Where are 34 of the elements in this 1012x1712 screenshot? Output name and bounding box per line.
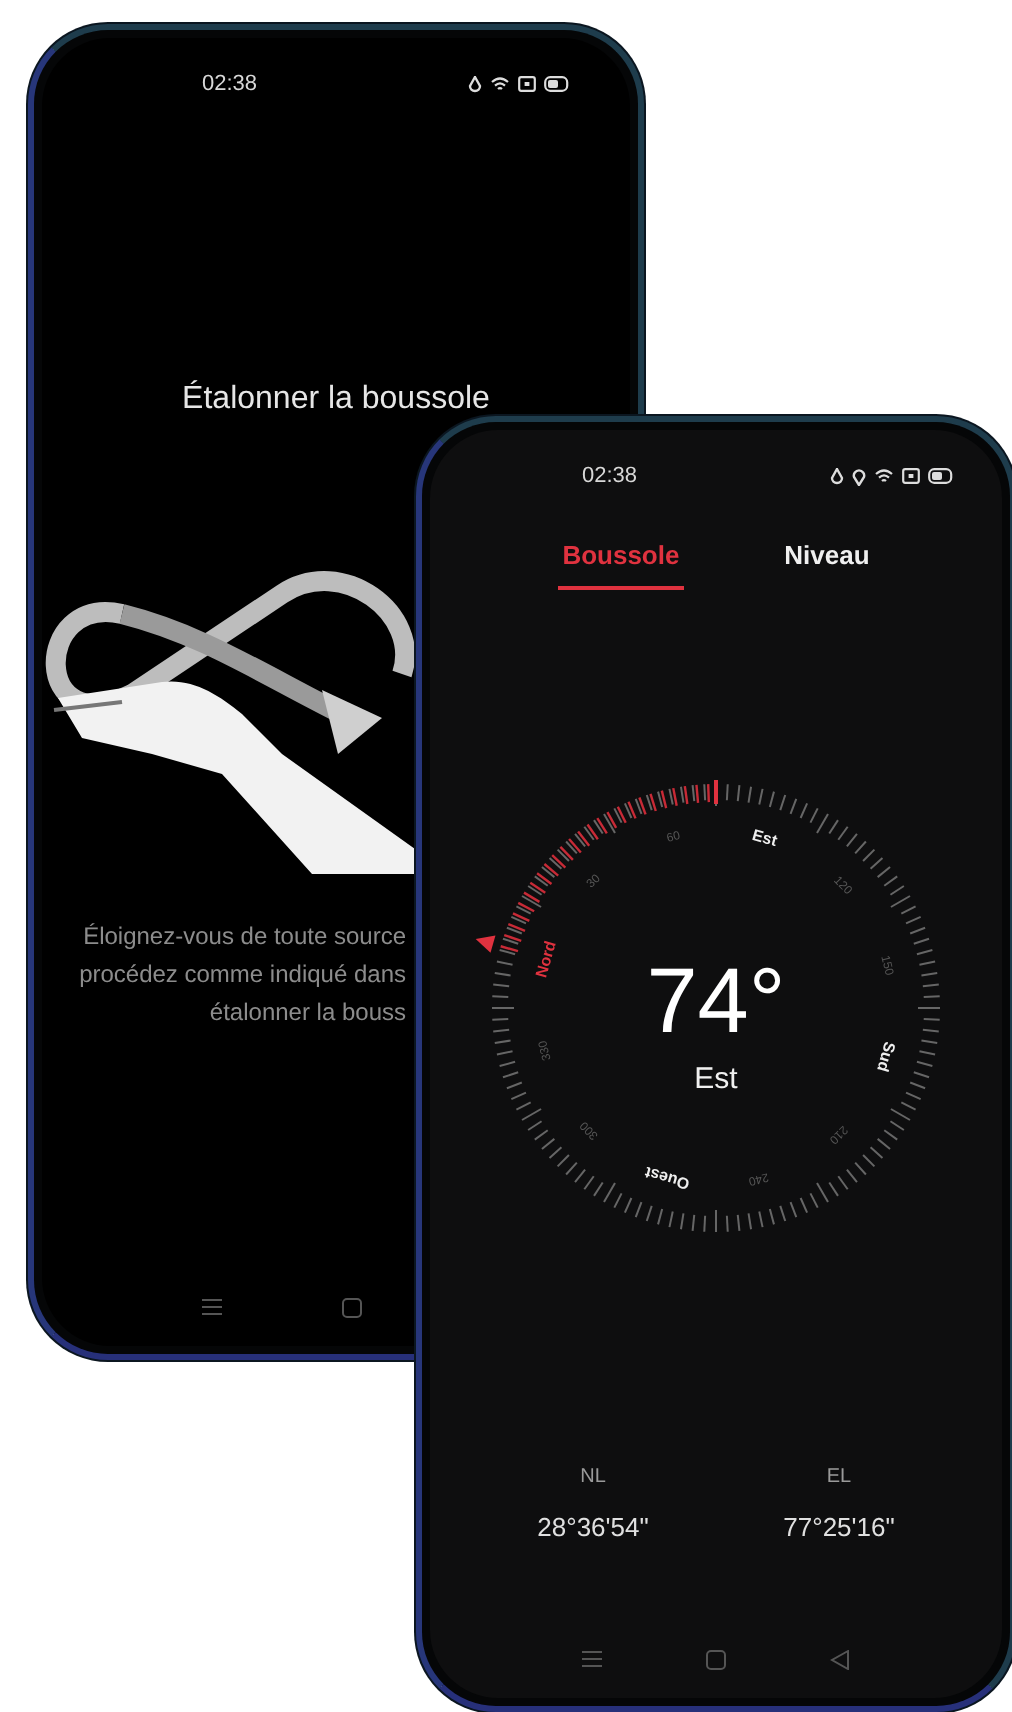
home-icon[interactable]	[706, 1650, 726, 1670]
coordinate-value: 77°25'16"	[783, 1512, 895, 1542]
instruction-text: Éloignez-vous de toute source	[83, 920, 406, 954]
status-time: 02:38	[202, 72, 258, 96]
battery-icon	[928, 468, 954, 484]
dial-label: Ouest	[643, 1163, 692, 1193]
coordinate-label: NL	[580, 1466, 606, 1488]
screen-title: Étalonner la boussole	[180, 382, 492, 418]
coordinate-value: 28°36'54"	[537, 1512, 649, 1542]
drop-icon	[830, 467, 844, 485]
wifi-icon	[490, 76, 510, 92]
status-time: 02:38	[582, 464, 638, 488]
heading-marker	[714, 780, 718, 804]
sim-icon	[518, 76, 536, 92]
sim-icon	[902, 468, 920, 484]
home-icon[interactable]	[342, 1298, 362, 1318]
coordinate-label: EL	[826, 1466, 852, 1488]
drop-icon	[468, 75, 482, 93]
battery-icon	[544, 76, 570, 92]
menu-icon[interactable]	[202, 1298, 222, 1316]
back-icon[interactable]	[830, 1650, 850, 1670]
direction-label: Est	[694, 1061, 738, 1095]
north-pointer	[475, 935, 496, 953]
heading-reading: 74°	[646, 945, 786, 1053]
tab[interactable]: Niveau	[780, 532, 874, 590]
dial-label: Nord	[532, 938, 560, 980]
location-icon	[852, 467, 866, 485]
dial-label: Est	[750, 826, 780, 851]
wifi-icon	[874, 468, 894, 484]
instruction-text: procédez comme indiqué dans	[79, 958, 406, 992]
dial-label: Sud	[873, 1039, 899, 1074]
tab[interactable]: Boussole	[558, 532, 684, 590]
instruction-text: étalonner la bouss	[209, 996, 406, 1030]
menu-icon[interactable]	[582, 1650, 602, 1668]
